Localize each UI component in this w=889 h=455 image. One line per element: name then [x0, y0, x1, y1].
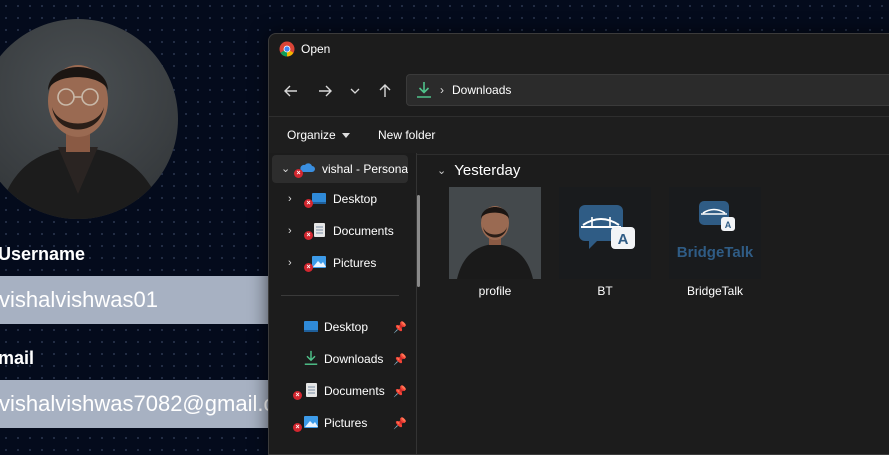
- svg-text:BridgeTalk: BridgeTalk: [677, 244, 754, 261]
- navigation-bar: › Downloads: [269, 72, 889, 108]
- nav-label: Documents: [324, 384, 385, 398]
- file-name: BridgeTalk: [686, 284, 744, 298]
- svg-text:A: A: [618, 231, 629, 248]
- pictures-folder-icon: [312, 256, 326, 268]
- pictures-folder-icon: [304, 416, 318, 428]
- chevron-right-icon[interactable]: ›: [288, 226, 298, 237]
- forward-arrow-icon[interactable]: [313, 80, 337, 102]
- sync-error-icon: ×: [293, 391, 302, 400]
- username-label: Username: [0, 244, 86, 264]
- open-file-dialog: Open › Downloads Organize New folder ⌄ ×…: [268, 33, 889, 455]
- documents-folder-icon: [314, 223, 325, 237]
- file-name: BT: [597, 284, 613, 298]
- new-folder-label: New folder: [378, 128, 436, 142]
- sync-error-icon: ×: [304, 199, 313, 208]
- dialog-title: Open: [301, 42, 331, 56]
- caret-down-icon: [341, 132, 350, 138]
- chevron-down-icon[interactable]: ⌄: [281, 164, 291, 175]
- navigation-pane: ⌄ × vishal - Personal › × Desktop › × Do…: [269, 153, 420, 454]
- username-field[interactable]: vishalvishwas01: [0, 276, 290, 324]
- nav-label: Pictures: [324, 416, 368, 430]
- edit-pencil-icon[interactable]: [0, 19, 4, 49]
- group-label: Yesterday: [454, 162, 521, 179]
- pin-icon[interactable]: 📌: [393, 353, 407, 366]
- bt-thumbnail: A: [559, 187, 651, 279]
- nav-label: vishal - Personal: [322, 162, 408, 176]
- nav-scrollbar[interactable]: [417, 195, 420, 287]
- organize-label: Organize: [287, 128, 336, 142]
- nav-label: Pictures: [333, 256, 377, 270]
- nav-label: Desktop: [324, 320, 369, 334]
- sync-error-icon: ×: [294, 169, 303, 178]
- desktop-folder-icon: [312, 193, 326, 204]
- nav-item-onedrive[interactable]: ⌄ × vishal - Personal: [272, 155, 408, 183]
- file-item-profile[interactable]: profile: [449, 187, 541, 307]
- nav-item-desktop[interactable]: › × Desktop: [269, 185, 415, 213]
- nav-label: Downloads: [324, 352, 384, 366]
- dialog-toolbar: Organize New folder: [269, 116, 889, 155]
- file-item-bt[interactable]: A BT: [559, 187, 651, 307]
- breadcrumb-downloads[interactable]: Downloads: [452, 83, 511, 97]
- email-label: mail: [0, 348, 35, 368]
- sync-error-icon: ×: [304, 231, 313, 240]
- chevron-down-icon: ⌄: [437, 165, 447, 177]
- chevron-right-icon[interactable]: ›: [288, 258, 298, 269]
- documents-folder-icon: [306, 383, 317, 397]
- pin-icon[interactable]: 📌: [393, 417, 407, 430]
- new-folder-button[interactable]: New folder: [378, 128, 435, 142]
- up-arrow-icon[interactable]: [373, 80, 397, 102]
- quick-access-pictures[interactable]: × Pictures 📌: [269, 409, 415, 437]
- nav-label: Documents: [333, 224, 394, 238]
- organize-button[interactable]: Organize: [287, 128, 350, 142]
- back-arrow-icon[interactable]: [279, 80, 303, 102]
- file-item-bridgetalk[interactable]: A BridgeTalk BridgeTalk: [669, 187, 761, 307]
- desktop-folder-icon: [304, 321, 318, 332]
- profile-thumbnail: [449, 187, 541, 279]
- download-icon: [304, 350, 318, 365]
- chrome-icon: [279, 41, 295, 57]
- quick-access-documents[interactable]: × Documents 📌: [269, 377, 415, 405]
- dialog-titlebar[interactable]: Open: [269, 34, 889, 64]
- recent-locations-chevron-icon[interactable]: [343, 80, 367, 102]
- sync-error-icon: ×: [304, 263, 313, 272]
- pin-icon[interactable]: 📌: [393, 321, 407, 334]
- file-name: profile: [478, 284, 512, 298]
- group-header-yesterday[interactable]: ⌄ Yesterday: [437, 162, 520, 179]
- pin-icon[interactable]: 📌: [393, 385, 407, 398]
- nav-item-pictures[interactable]: › × Pictures: [269, 249, 415, 277]
- avatar-photo: [0, 65, 163, 219]
- download-icon: [417, 82, 431, 98]
- nav-label: Desktop: [333, 192, 378, 206]
- sync-error-icon: ×: [293, 423, 302, 432]
- bridgetalk-thumbnail: A BridgeTalk: [669, 187, 761, 279]
- quick-access-desktop[interactable]: Desktop 📌: [269, 313, 415, 341]
- address-bar[interactable]: › Downloads: [406, 74, 889, 106]
- svg-text:A: A: [725, 220, 732, 230]
- quick-access-downloads[interactable]: Downloads 📌: [269, 345, 415, 373]
- breadcrumb-separator-icon: ›: [440, 83, 444, 97]
- nav-divider: [281, 295, 399, 296]
- profile-avatar[interactable]: [0, 19, 178, 219]
- nav-item-documents[interactable]: › × Documents: [269, 217, 415, 245]
- file-list: ⌄ Yesterday profile A BT A BridgeTalk Br…: [429, 153, 889, 454]
- chevron-right-icon[interactable]: ›: [288, 194, 298, 205]
- email-field[interactable]: vishalvishwas7082@gmail.com: [0, 380, 290, 428]
